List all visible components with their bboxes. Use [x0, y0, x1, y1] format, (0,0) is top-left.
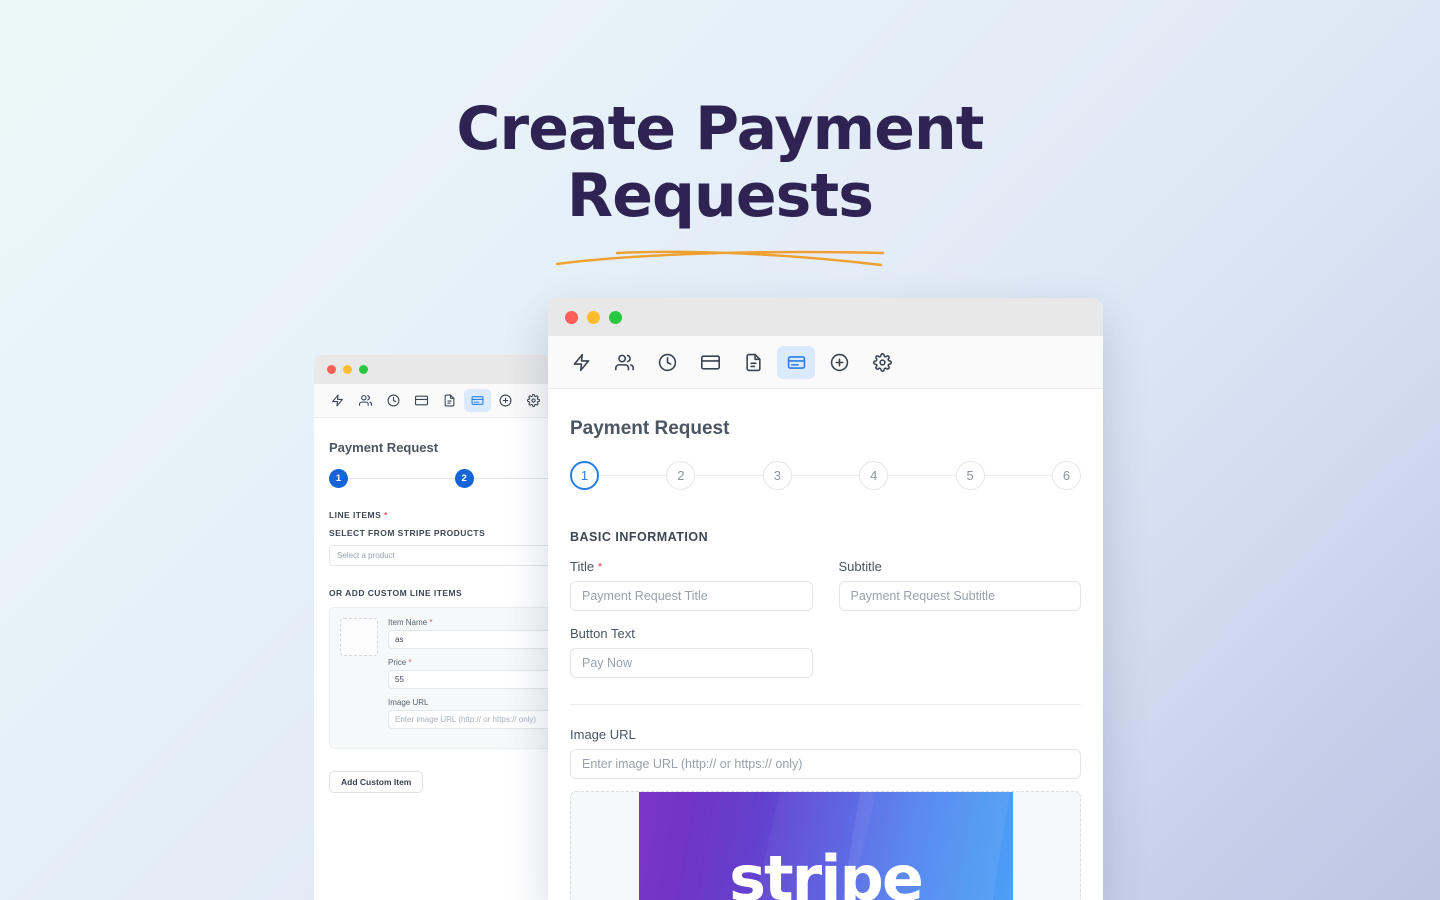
foreground-app-window: Payment Request 1 2 3 4 5 6 BASIC INFORM…	[548, 298, 1103, 900]
hero-underline-swoosh	[555, 250, 885, 267]
required-marker: *	[597, 560, 603, 574]
step-4[interactable]: 4	[859, 461, 889, 490]
gear-icon[interactable]	[520, 389, 547, 412]
minimize-button[interactable]	[587, 310, 600, 324]
basic-information-heading: BASIC INFORMATION	[570, 530, 709, 544]
hero-heading: Create Payment Requests	[0, 96, 1440, 230]
step-connector	[695, 475, 763, 476]
button-text-label: Button Text	[570, 626, 635, 641]
step-connector	[984, 475, 1053, 476]
title-input[interactable]: Payment Request Title	[570, 581, 813, 611]
required-marker: *	[384, 510, 388, 520]
back-step-1[interactable]: 1	[329, 469, 348, 488]
step-connector	[791, 475, 860, 476]
back-step-2[interactable]: 2	[454, 469, 474, 488]
required-marker: *	[429, 618, 433, 627]
plus-circle-icon[interactable]	[492, 389, 519, 412]
clock-icon[interactable]	[380, 389, 407, 412]
step-6[interactable]: 6	[1052, 461, 1082, 490]
image-preview-dropzone[interactable]: stripe	[570, 791, 1081, 900]
image-url-label: Image URL	[570, 727, 636, 742]
front-window-toolbar	[548, 336, 1103, 389]
step-3[interactable]: 3	[762, 461, 792, 490]
credit-card-icon[interactable]	[691, 346, 729, 379]
title-subtitle-row: Title * Payment Request Title Subtitle P…	[570, 559, 1081, 611]
back-step-connector	[348, 478, 455, 479]
title-label: Title *	[570, 559, 603, 574]
button-text-row: Button Text Pay Now	[570, 626, 1081, 678]
subtitle-input[interactable]: Payment Request Subtitle	[838, 581, 1081, 611]
step-5[interactable]: 5	[955, 461, 985, 490]
payment-request-icon[interactable]	[464, 389, 491, 412]
gear-icon[interactable]	[863, 346, 901, 379]
users-icon[interactable]	[352, 389, 379, 412]
subtitle-field-group: Subtitle Payment Request Subtitle	[838, 559, 1081, 611]
plus-circle-icon[interactable]	[820, 346, 858, 379]
button-text-field-group: Button Text Pay Now	[570, 626, 813, 678]
page-title: Payment Request	[570, 418, 730, 439]
maximize-button[interactable]	[359, 365, 368, 374]
close-button[interactable]	[327, 365, 336, 374]
credit-card-icon[interactable]	[408, 389, 435, 412]
stripe-wordmark: stripe	[729, 842, 924, 900]
lightning-icon[interactable]	[562, 346, 600, 379]
image-url-input[interactable]: Enter image URL (http:// or https:// onl…	[570, 749, 1081, 779]
close-button[interactable]	[565, 310, 578, 324]
section-divider	[570, 704, 1081, 705]
users-icon[interactable]	[605, 346, 643, 379]
step-connector	[888, 475, 956, 476]
minimize-button[interactable]	[343, 365, 352, 374]
button-text-input[interactable]: Pay Now	[570, 648, 813, 678]
step-2[interactable]: 2	[666, 461, 696, 490]
step-indicator: 1 2 3 4 5 6	[570, 461, 1082, 490]
subtitle-label: Subtitle	[838, 559, 882, 574]
title-field-group: Title * Payment Request Title	[570, 559, 813, 611]
lightning-icon[interactable]	[324, 389, 351, 412]
step-connector	[599, 475, 667, 476]
document-icon[interactable]	[734, 346, 772, 379]
stripe-preview-image: stripe	[638, 792, 1013, 900]
hero-title-line1: Create Payment	[456, 94, 984, 164]
line-items-label: LINE ITEMS	[329, 510, 382, 520]
clock-icon[interactable]	[648, 346, 686, 379]
step-1[interactable]: 1	[570, 461, 599, 490]
front-window-titlebar	[548, 298, 1103, 336]
item-image-dropzone[interactable]	[340, 618, 378, 656]
maximize-button[interactable]	[609, 310, 622, 324]
required-marker: *	[408, 658, 412, 667]
add-custom-item-button[interactable]: Add Custom Item	[329, 771, 424, 793]
hero-title-line2: Requests	[566, 161, 874, 231]
payment-request-icon[interactable]	[777, 345, 815, 379]
document-icon[interactable]	[436, 389, 463, 412]
